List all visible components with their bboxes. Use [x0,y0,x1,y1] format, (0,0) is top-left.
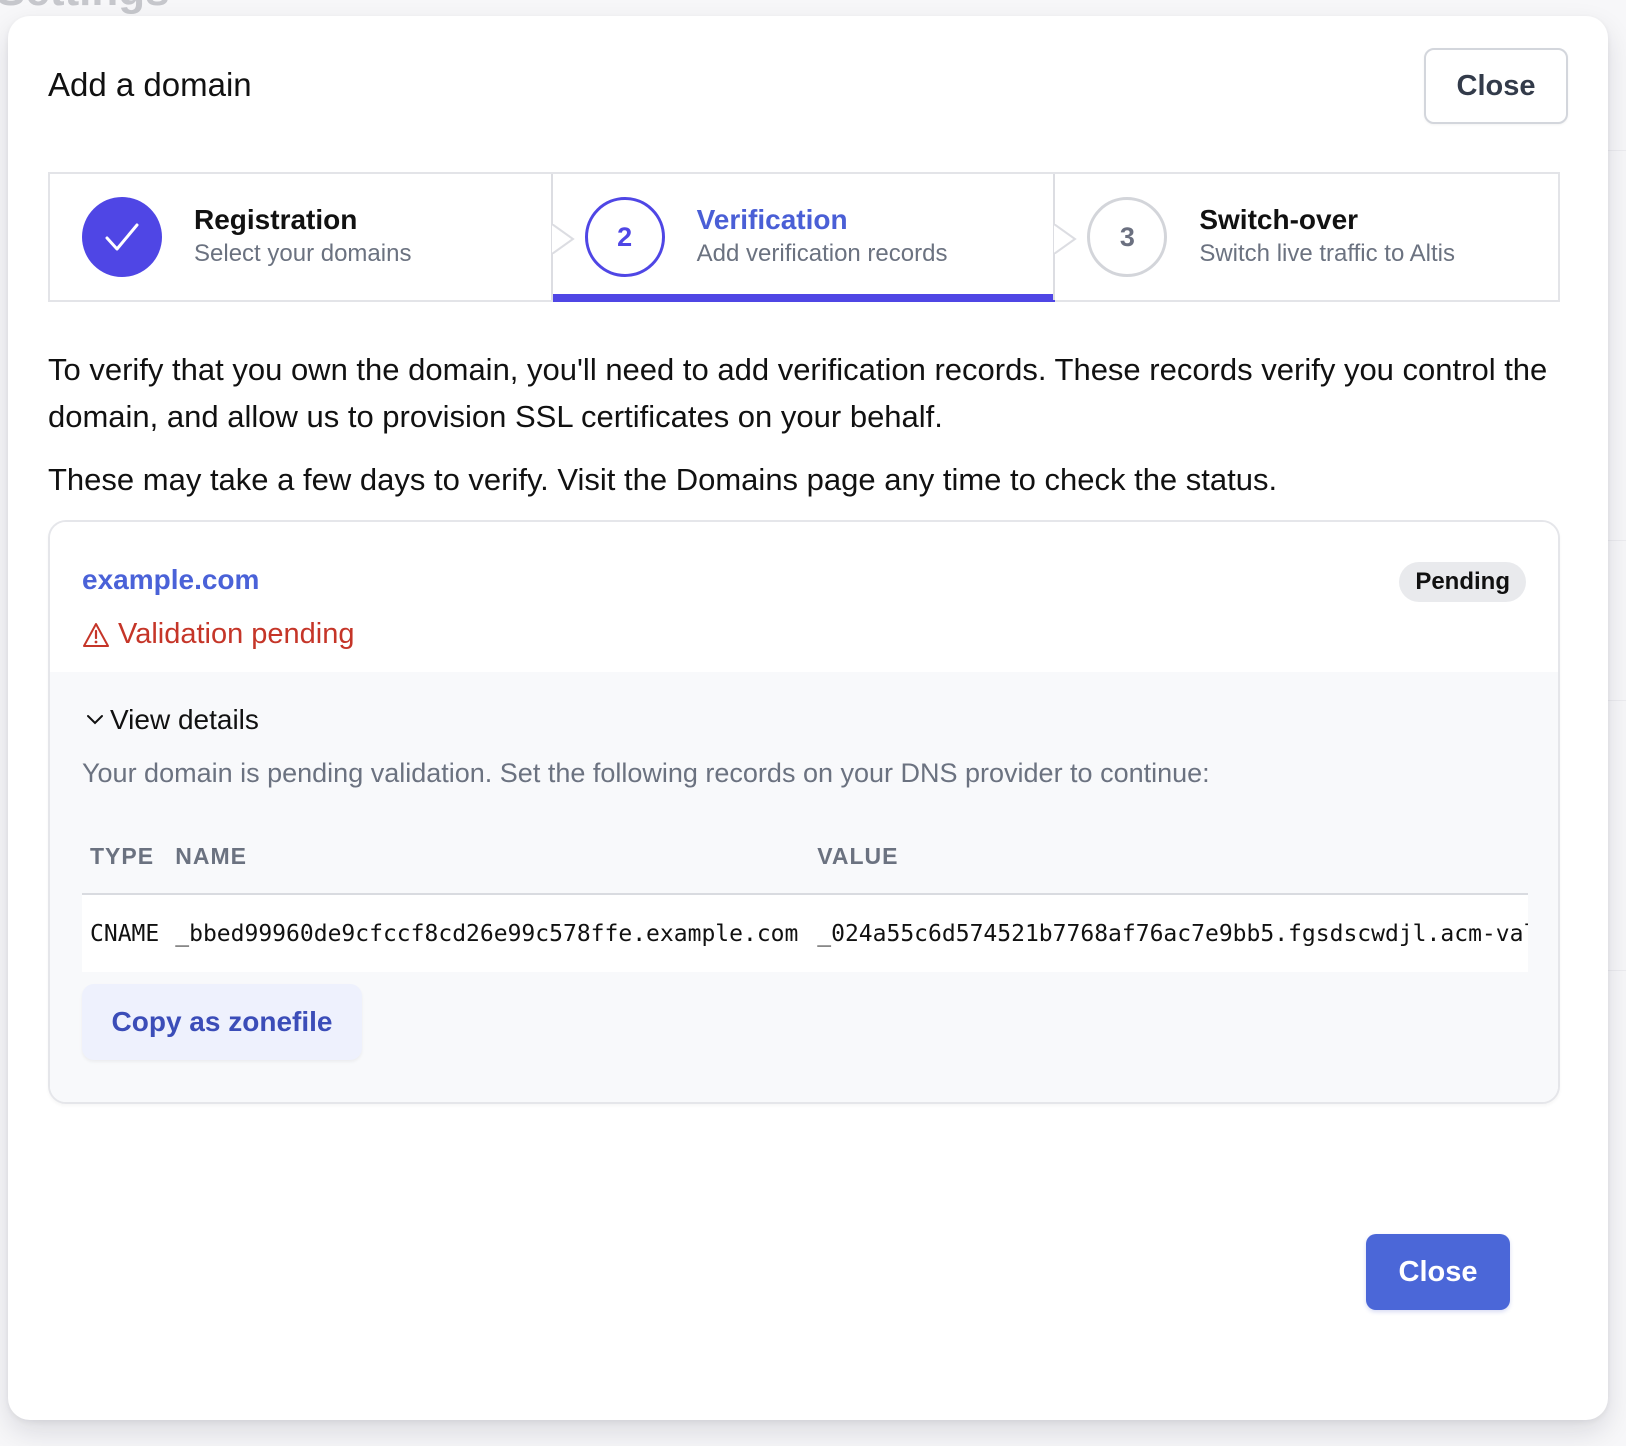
record-value[interactable]: _024a55c6d574521b7768af76ac7e9bb5.fgsdsc… [809,894,1528,972]
chevron-separator-icon [551,224,575,254]
domain-link[interactable]: example.com [82,564,259,596]
check-icon [105,223,139,251]
close-button-primary[interactable]: Close [1366,1234,1510,1310]
step-verification[interactable]: 2 Verification Add verification records [550,174,1056,302]
step-switch-over[interactable]: 3 Switch-over Switch live traffic to Alt… [1053,174,1558,300]
table-row: CNAME _bbed99960de9cfccf8cd26e99c578ffe.… [82,894,1528,972]
step-subtitle: Switch live traffic to Altis [1199,240,1455,267]
add-domain-modal: Add a domain Close Registration Select y… [8,16,1608,1420]
details-description: Your domain is pending validation. Set t… [82,758,1210,788]
validation-status-text: Validation pending [118,618,355,650]
dns-records-table: TYPE NAME VALUE CNAME _bbed99960de9cfccf… [82,820,1528,972]
step-registration[interactable]: Registration Select your domains [50,174,553,300]
progress-stepper: Registration Select your domains 2 Verif… [48,172,1560,302]
column-header-value: VALUE [809,820,1528,895]
view-details-toggle[interactable]: View details [86,704,259,736]
chevron-down-icon [87,715,103,725]
details-panel: View details Your domain is pending vali… [50,672,1558,1102]
intro-note: These may take a few days to verify. Vis… [48,462,1278,497]
step-title: Verification [696,204,848,235]
table-header-row: TYPE NAME VALUE [82,820,1528,895]
intro-paragraph: To verify that you own the domain, you'l… [48,352,1548,434]
status-badge: Pending [1399,562,1526,602]
chevron-separator-icon [1053,224,1078,254]
active-step-underline [552,294,1056,302]
view-details-label: View details [110,704,259,735]
step-subtitle: Add verification records [696,240,948,267]
domain-card-header: example.com Validation pending Pending [50,522,1558,672]
step-title: Switch-over [1199,204,1359,235]
copy-zonefile-button[interactable]: Copy as zonefile [82,984,362,1060]
domain-card: example.com Validation pending Pending V… [48,520,1560,1104]
column-header-name: NAME [167,820,810,895]
step-number-indicator: 2 [584,197,665,277]
record-type[interactable]: CNAME [82,894,168,972]
modal-title: Add a domain [48,66,252,103]
close-button-top[interactable]: Close [1424,48,1568,124]
step-complete-indicator [82,197,162,277]
validation-status: Validation pending [82,618,355,651]
step-number-indicator: 3 [1087,197,1168,277]
step-subtitle: Select your domains [194,240,412,267]
warning-icon [83,622,109,647]
step-title: Registration [194,204,358,235]
record-name[interactable]: _bbed99960de9cfccf8cd26e99c578ffe.exampl… [167,894,810,972]
column-header-type: TYPE [82,820,168,895]
background-page-title: Settings [0,0,170,16]
